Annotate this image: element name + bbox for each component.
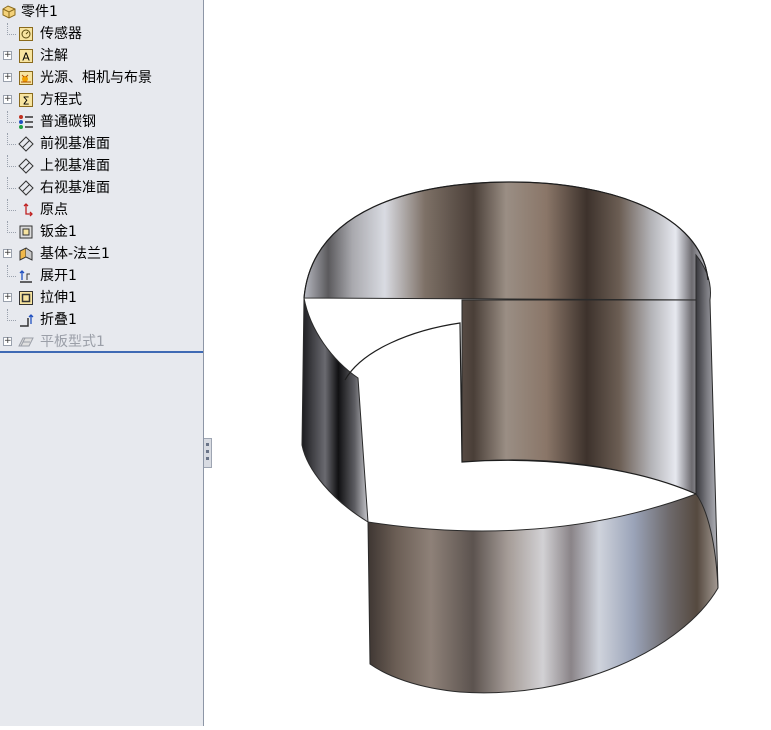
unfold-icon [19, 270, 32, 283]
tree-connector [7, 111, 16, 123]
part-icon [2, 5, 16, 19]
tree-item-sheet-metal[interactable]: 钣金1 [0, 221, 203, 243]
tree-connector [7, 133, 16, 145]
panel-splitter-handle[interactable] [204, 438, 212, 468]
tree-item-label: 零件1 [21, 4, 58, 20]
tree-item-label: 注解 [40, 48, 68, 64]
expand-icon[interactable]: + [3, 249, 12, 258]
tree-item-top-plane[interactable]: 上视基准面 [0, 155, 203, 177]
tree-connector [7, 265, 16, 277]
tree-item-label: 原点 [40, 202, 68, 218]
tree-item-origin[interactable]: 原点 [0, 199, 203, 221]
tree-item-part[interactable]: 零件1 [0, 1, 203, 23]
expand-icon[interactable]: + [3, 95, 12, 104]
fold-icon [20, 314, 34, 327]
tree-item-fold[interactable]: 折叠1 [0, 309, 203, 331]
expand-icon[interactable]: + [3, 293, 12, 302]
tree-item-label: 平板型式1 [40, 334, 105, 350]
equations-icon: Σ [19, 93, 33, 108]
tree-item-flat-pattern[interactable]: + 平板型式1 [0, 331, 203, 353]
tree-item-label: 上视基准面 [40, 158, 110, 174]
base-flange-icon [19, 247, 33, 261]
tree-item-extrude[interactable]: + 拉伸1 [0, 287, 203, 309]
tree-connector [7, 309, 16, 321]
tree-connector [7, 23, 16, 35]
svg-text:Σ: Σ [23, 95, 30, 108]
tree-item-label: 钣金1 [40, 224, 77, 240]
sheet-metal-icon [19, 225, 33, 239]
svg-text:A: A [22, 51, 30, 64]
plane-icon [18, 158, 34, 174]
tree-item-sensors[interactable]: 传感器 [0, 23, 203, 45]
tree-item-material[interactable]: 普通碳钢 [0, 111, 203, 133]
tree-item-label: 传感器 [40, 26, 82, 42]
expand-icon[interactable]: + [3, 73, 12, 82]
tree-connector [7, 221, 16, 233]
tree-item-label: 方程式 [40, 92, 82, 108]
material-icon [19, 115, 33, 129]
flat-pattern-icon [18, 337, 34, 347]
expand-icon[interactable]: + [3, 51, 12, 60]
tree-item-label: 前视基准面 [40, 136, 110, 152]
tree-item-label: 拉伸1 [40, 290, 77, 306]
tree-item-label: 折叠1 [40, 312, 77, 328]
tree-connector [7, 155, 16, 167]
tree-item-annotations[interactable]: + A 注解 [0, 45, 203, 67]
expand-icon[interactable]: + [3, 337, 12, 346]
tree-connector [7, 199, 16, 211]
tree-connector [7, 177, 16, 189]
origin-icon [23, 203, 33, 217]
tree-item-unfold[interactable]: 展开1 [0, 265, 203, 287]
rollback-bar[interactable] [0, 351, 203, 353]
tree-item-equations[interactable]: + Σ 方程式 [0, 89, 203, 111]
tree-item-lights-cameras[interactable]: + 光源、相机与布景 [0, 67, 203, 89]
tree-item-base-flange[interactable]: + 基体-法兰1 [0, 243, 203, 265]
tree-item-label: 右视基准面 [40, 180, 110, 196]
plane-icon [18, 136, 34, 152]
tree-item-front-plane[interactable]: 前视基准面 [0, 133, 203, 155]
tree-item-label: 基体-法兰1 [40, 246, 110, 262]
annotations-icon: A [19, 49, 33, 64]
feature-manager-tree: 零件1 传感器 + A 注解 + 光源、相机与布景 + Σ 方程式 普通碳钢 前… [0, 0, 204, 726]
sheet-metal-cylinder-model [301, 181, 719, 694]
sensor-icon [19, 27, 33, 41]
extrude-icon [19, 291, 33, 305]
tree-item-label: 普通碳钢 [40, 114, 96, 130]
lights-cameras-scene-icon [19, 71, 33, 85]
tree-item-right-plane[interactable]: 右视基准面 [0, 177, 203, 199]
graphics-viewport[interactable] [212, 0, 771, 726]
plane-icon [18, 180, 34, 196]
tree-item-label: 光源、相机与布景 [40, 70, 152, 86]
cylinder-left-inner-strip [301, 297, 369, 523]
tree-item-label: 展开1 [40, 268, 77, 284]
